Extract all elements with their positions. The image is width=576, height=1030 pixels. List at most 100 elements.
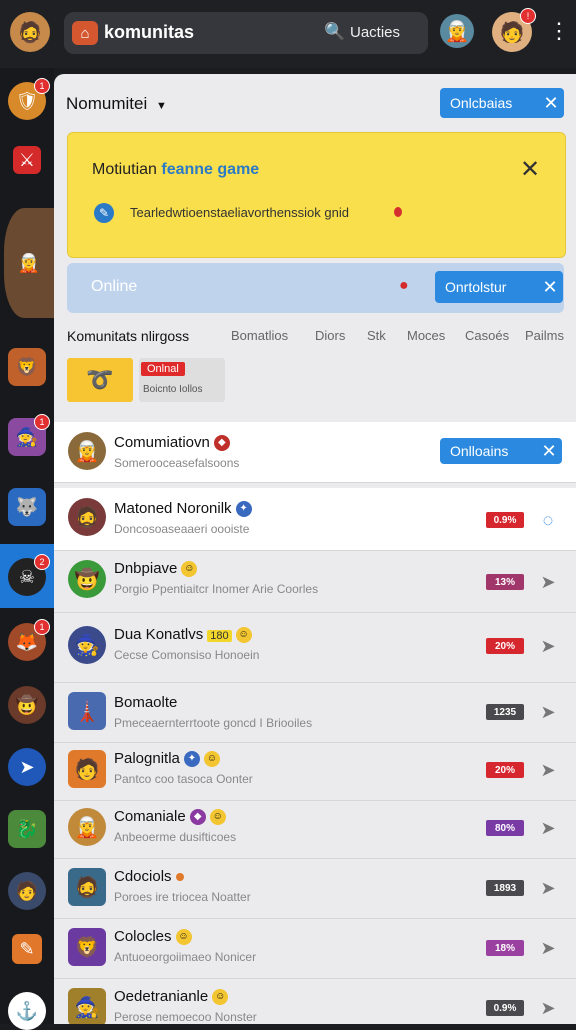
sidebar-server-5-icon[interactable]: 🧙 1: [8, 414, 50, 456]
fire-icon: [394, 207, 402, 217]
row-avatar: 🧙: [68, 988, 106, 1024]
sidebar-server-11-icon[interactable]: 🐉: [8, 810, 46, 848]
search-input[interactable]: Uacties: [350, 24, 400, 41]
row-avatar: 🧑: [68, 750, 106, 788]
list-item[interactable]: 🤠 Dnbpiave ☺ Porgio Ppentiaitcr Inomer Ar…: [54, 550, 576, 613]
panel-close-button-label: Onlcbaias: [450, 95, 513, 111]
list-item[interactable]: 🦁 Colocles ☺ Antuoeorgoiimaeo Nonicer 18%…: [54, 918, 576, 979]
sidebar-server-6-icon[interactable]: 🐺: [8, 488, 46, 526]
online-bar-button-label: Onrtolstur: [445, 279, 507, 295]
list-item[interactable]: 🧔 Matoned Noronilk ✦ Doncosoaseaaeri oooi…: [54, 488, 576, 551]
status-badge: 0.9%: [486, 1000, 524, 1016]
sidebar-server-12-icon[interactable]: 🧑: [8, 872, 46, 910]
shield-icon: ◆: [213, 435, 230, 452]
status-badge: 1235: [486, 704, 524, 720]
row-subtitle: Porgio Ppentiaitcr Inomer Arie Coorles: [114, 582, 319, 596]
community-panel: Nomumitei ▼ Onlcbaias ✕ Motiutian feanne…: [54, 74, 576, 1024]
list-item[interactable]: 🧔 Cdociols Poroes ire triocea Noatter 18…: [54, 858, 576, 919]
chip-group[interactable]: ➰ Onlnal Boicnto Iollos: [67, 358, 225, 402]
list-item[interactable]: 🧑 Palognitla ✦ ☺ Pantco coo tasoca Oonter …: [54, 742, 576, 801]
tab-4[interactable]: Moces: [407, 328, 445, 343]
smile-icon: ☺: [181, 561, 198, 578]
sidebar-server-2-icon[interactable]: ⚔: [13, 146, 41, 174]
search-icon[interactable]: 🔍: [324, 22, 345, 42]
shield-icon: ◆: [189, 809, 206, 826]
share-icon[interactable]: ➤: [538, 938, 558, 958]
user-avatar[interactable]: 🧔: [10, 12, 50, 52]
row-name: Oedetranianle ☺: [114, 988, 229, 1006]
globe-icon: ✦: [183, 751, 200, 768]
tab-6[interactable]: Pailms: [525, 328, 564, 343]
smile-icon: ☺: [212, 989, 229, 1006]
pencil-icon: ✎: [94, 203, 114, 223]
row-name: Palognitla ✦ ☺: [114, 750, 220, 768]
share-icon[interactable]: ➤: [538, 572, 558, 592]
online-chip-sub: Boicnto Iollos: [143, 384, 203, 395]
app-logo-icon: ⌂: [72, 21, 98, 45]
row-name: Dua Konatlvs 180 ☺: [114, 626, 252, 644]
share-icon[interactable]: ➤: [538, 818, 558, 838]
sidebar: 🛡 1 ⚔ 🧝 🦁 🧙 1 🐺 ☠ 2 🦊 1 🤠 ➤ 🐉 🧑 ✎ ⚓: [0, 68, 54, 1030]
row-name-text: Dnbpiave: [114, 560, 178, 577]
row-subtitle: Pmeceaernterrtoote goncd I Briooiles: [114, 716, 313, 730]
spiral-icon: ➰: [67, 358, 133, 402]
promo-banner: Motiutian feanne game ✕ ✎ Tearledwtioens…: [67, 132, 566, 258]
globe-icon: ✦: [235, 501, 252, 518]
sidebar-server-9-icon[interactable]: 🤠: [8, 686, 46, 724]
row-online-button[interactable]: Onlloains ✕: [440, 438, 562, 464]
banner-dismiss-icon[interactable]: ✕: [520, 155, 540, 184]
smile-icon: ☺: [203, 751, 220, 768]
list-item[interactable]: 🧙 Dua Konatlvs 180 ☺ Cecse Comonsiso Honoe…: [54, 612, 576, 683]
dot-icon: [175, 873, 184, 882]
row-name-text: Bomaolte: [114, 694, 178, 711]
row-subtitle: Anbeoerme dusifticoes: [114, 830, 237, 844]
friend-avatar[interactable]: 🧝: [440, 14, 474, 48]
row-subtitle: Antuoeorgoiimaeo Nonicer: [114, 950, 257, 964]
search-bar[interactable]: ⌂ komunitas 🔍 Uacties: [64, 12, 428, 54]
smile-icon: ☺: [209, 809, 226, 826]
row-subtitle: Pantco coo tasoca Oonter: [114, 772, 253, 786]
row-avatar: 🤠: [68, 560, 106, 598]
sidebar-server-3-icon[interactable]: 🧝: [4, 208, 54, 318]
list-item[interactable]: 🧝 Comumiatiovn ◆ Somerooceasefalsoons Onl…: [54, 422, 576, 483]
sidebar-server-8-icon[interactable]: 🦊 1: [8, 619, 50, 661]
tab-5[interactable]: Casoés: [465, 328, 509, 343]
status-badge: 20%: [486, 762, 524, 778]
more-icon[interactable]: ⋮: [548, 18, 570, 44]
share-icon[interactable]: ➤: [538, 878, 558, 898]
share-icon[interactable]: ➤: [538, 998, 558, 1018]
row-avatar: 🧔: [68, 498, 106, 536]
sidebar-server-1-icon[interactable]: 🛡 1: [8, 78, 50, 120]
chat-icon[interactable]: ◌: [538, 510, 558, 530]
list-item[interactable]: 🧝 Comaniale ◆ ☺ Anbeoerme dusifticoes 80% …: [54, 800, 576, 859]
banner-title: Motiutian feanne game: [92, 161, 259, 179]
sidebar-server-14-icon[interactable]: ⚓: [8, 992, 46, 1030]
sidebar-server-10-icon[interactable]: ➤: [8, 748, 46, 786]
tab-1[interactable]: Bomatlios: [231, 328, 288, 343]
profile-avatar[interactable]: 🧑 !: [492, 8, 536, 52]
panel-heading[interactable]: Nomumitei ▼: [66, 94, 167, 114]
online-bar-button[interactable]: Onrtolstur ✕: [435, 271, 563, 303]
row-name: Matoned Noronilk ✦: [114, 500, 252, 518]
panel-heading-text: Nomumitei: [66, 94, 148, 113]
list-item[interactable]: 🧙 Oedetranianle ☺ Perose nemoecoo Nonster…: [54, 978, 576, 1024]
close-icon: ✕: [541, 440, 557, 461]
panel-close-button[interactable]: Onlcbaias ✕: [440, 88, 564, 118]
row-name: Colocles ☺: [114, 928, 192, 946]
top-bar: 🧔 ⌂ komunitas 🔍 Uacties 🧝 🧑 ! ⋮: [0, 0, 576, 68]
banner-text: Tearledwtioenstaeliavorthenssiok gnid: [130, 205, 349, 220]
share-icon[interactable]: ➤: [538, 636, 558, 656]
sidebar-server-7-icon[interactable]: ☠ 2: [8, 554, 50, 596]
tab-3[interactable]: Stk: [367, 328, 386, 343]
list-item[interactable]: 🗼 Bomaolte Pmeceaernterrtoote goncd I Br…: [54, 682, 576, 743]
row-extra-badge: 180: [207, 630, 232, 642]
sidebar-server-13-icon[interactable]: ✎: [12, 934, 42, 964]
sidebar-badge: 1: [34, 414, 50, 430]
sidebar-server-4-icon[interactable]: 🦁: [8, 348, 46, 386]
row-name-text: Comumiatiovn: [114, 434, 210, 451]
share-icon[interactable]: ➤: [538, 760, 558, 780]
tab-2[interactable]: Diors: [315, 328, 345, 343]
location-pin-icon: ●: [399, 277, 409, 294]
share-icon[interactable]: ➤: [538, 702, 558, 722]
tab-active[interactable]: Komunitats nlirgoss: [67, 328, 189, 344]
